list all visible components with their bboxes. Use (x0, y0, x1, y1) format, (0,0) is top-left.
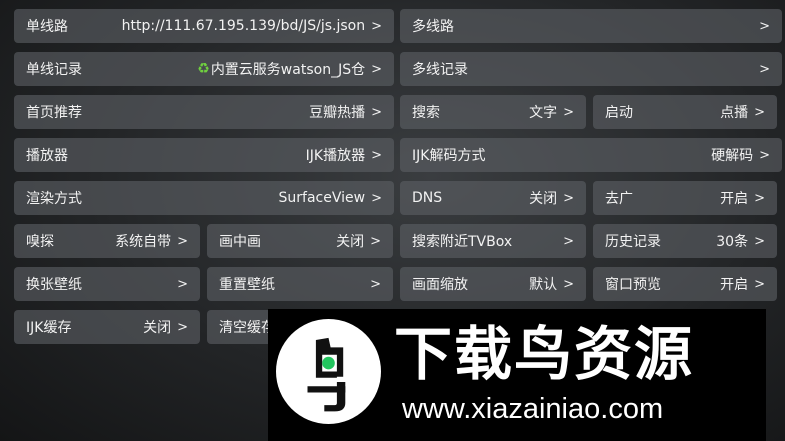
setting-label: 单线路 (26, 19, 68, 35)
setting-label: DNS (412, 190, 443, 206)
setting-label: 历史记录 (605, 234, 661, 250)
setting-label: 换张壁纸 (26, 277, 82, 293)
setting-value: 关闭 (143, 320, 172, 336)
chevron-right-icon: > (177, 276, 188, 292)
setting-label: 画中画 (219, 234, 261, 250)
setting-label: 渲染方式 (26, 191, 82, 207)
setting-single-record[interactable]: 单线记录 ♻ 内置云服务watson_JS仓 > (14, 52, 394, 86)
setting-sniff[interactable]: 嗅探 系统自带 > (14, 224, 200, 258)
setting-label: 重置壁纸 (219, 277, 275, 293)
setting-value: 关闭 (529, 191, 558, 207)
chevron-right-icon: > (371, 61, 382, 77)
setting-multi-record[interactable]: 多线记录 > (400, 52, 782, 86)
chevron-right-icon: > (754, 233, 765, 249)
setting-value: IJK播放器 (305, 148, 366, 164)
setting-value: SurfaceView (278, 190, 366, 206)
setting-label: 搜索附近TVBox (412, 234, 513, 250)
chevron-right-icon: > (759, 147, 770, 163)
setting-ad-remove[interactable]: 去广 开启 > (593, 181, 777, 215)
setting-history[interactable]: 历史记录 30条 > (593, 224, 777, 258)
setting-reset-wallpaper[interactable]: 重置壁纸 > (207, 267, 393, 301)
setting-startup[interactable]: 启动 点播 > (593, 95, 777, 129)
setting-label: 多线路 (412, 19, 454, 35)
setting-value: 豆瓣热播 (309, 105, 366, 121)
setting-value: 开启 (720, 191, 749, 207)
setting-value: http://111.67.195.139/bd/JS/js.json (121, 18, 366, 34)
setting-label: 多线记录 (412, 62, 468, 78)
setting-change-wallpaper[interactable]: 换张壁纸 > (14, 267, 200, 301)
watermark-title: 下载鸟资源 (394, 320, 695, 388)
setting-value: 点播 (720, 105, 749, 121)
bird-logo-icon (276, 319, 381, 424)
setting-search-nearby[interactable]: 搜索附近TVBox > (400, 224, 586, 258)
chevron-right-icon: > (754, 104, 765, 120)
setting-home-recommend[interactable]: 首页推荐 豆瓣热播 > (14, 95, 394, 129)
chevron-right-icon: > (563, 276, 574, 292)
chevron-right-icon: > (563, 104, 574, 120)
setting-label: 嗅探 (26, 234, 54, 250)
recycle-icon: ♻ (197, 61, 210, 77)
chevron-right-icon: > (177, 233, 188, 249)
setting-zoom[interactable]: 画面缩放 默认 > (400, 267, 586, 301)
chevron-right-icon: > (563, 190, 574, 206)
setting-label: 清空缓存 (219, 320, 275, 336)
setting-value: 关闭 (336, 234, 365, 250)
setting-dns[interactable]: DNS 关闭 > (400, 181, 586, 215)
watermark-url: www.xiazainiao.com (402, 393, 664, 425)
chevron-right-icon: > (177, 319, 188, 335)
setting-value: 内置云服务watson_JS仓 (210, 62, 366, 78)
setting-search[interactable]: 搜索 文字 > (400, 95, 586, 129)
setting-value: 默认 (529, 277, 558, 293)
chevron-right-icon: > (370, 276, 381, 292)
setting-single-line[interactable]: 单线路 http://111.67.195.139/bd/JS/js.json > (14, 9, 394, 43)
setting-multi-line[interactable]: 多线路 > (400, 9, 782, 43)
setting-value: 文字 (529, 105, 558, 121)
setting-label: 启动 (605, 105, 633, 121)
setting-label: IJK缓存 (26, 320, 72, 336)
chevron-right-icon: > (371, 147, 382, 163)
setting-label: 单线记录 (26, 62, 82, 78)
setting-label: IJK解码方式 (412, 148, 486, 164)
setting-value: 开启 (720, 277, 749, 293)
chevron-right-icon: > (754, 190, 765, 206)
setting-label: 画面缩放 (412, 277, 468, 293)
setting-value: 硬解码 (711, 148, 754, 164)
setting-render[interactable]: 渲染方式 SurfaceView > (14, 181, 394, 215)
chevron-right-icon: > (371, 18, 382, 34)
setting-label: 首页推荐 (26, 105, 82, 121)
chevron-right-icon: > (759, 61, 770, 77)
setting-ijk-decode[interactable]: IJK解码方式 硬解码 > (400, 138, 782, 172)
chevron-right-icon: > (563, 233, 574, 249)
setting-label: 播放器 (26, 148, 68, 164)
setting-value: 系统自带 (115, 234, 172, 250)
setting-label: 搜索 (412, 105, 440, 121)
setting-value: 30条 (716, 234, 749, 250)
chevron-right-icon: > (371, 190, 382, 206)
setting-player[interactable]: 播放器 IJK播放器 > (14, 138, 394, 172)
chevron-right-icon: > (759, 18, 770, 34)
chevron-right-icon: > (370, 233, 381, 249)
setting-window-preview[interactable]: 窗口预览 开启 > (593, 267, 777, 301)
setting-label: 去广 (605, 191, 633, 207)
chevron-right-icon: > (754, 276, 765, 292)
setting-ijk-cache[interactable]: IJK缓存 关闭 > (14, 310, 200, 344)
setting-label: 窗口预览 (605, 277, 661, 293)
chevron-right-icon: > (371, 104, 382, 120)
setting-pip[interactable]: 画中画 关闭 > (207, 224, 393, 258)
